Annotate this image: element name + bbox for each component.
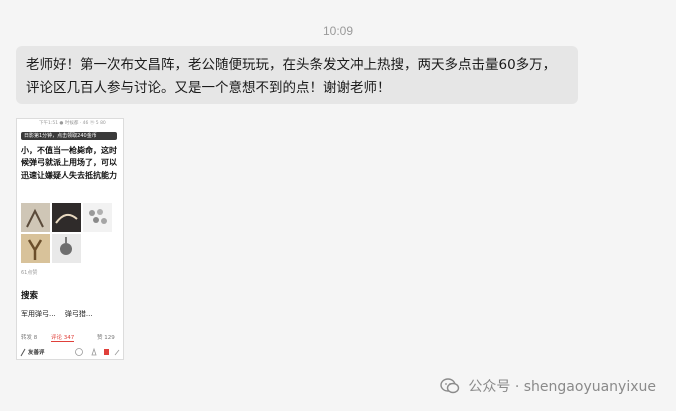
thumb-image-2: [52, 203, 81, 232]
screenshot-reward-banner: 日影第1分钟，点击领取240金币: [21, 132, 117, 140]
screenshot-status-bar: 下午1:51 ● 时候都 · 46 ⓜ 5 80: [39, 121, 106, 126]
screenshot-like-count: 61点赞: [21, 270, 38, 276]
thumb-image-5: [52, 234, 81, 263]
screenshot-related-searches: 军用弹弓... 弹弓猎...: [21, 309, 100, 319]
share-icon: [114, 349, 120, 356]
pen-icon: [20, 348, 26, 357]
wechat-logo-icon: [440, 377, 460, 399]
message-text: 老师好！第一次布文昌阵，老公随便玩玩，在头条发文冲上热搜，两天多点击量60多万，…: [26, 57, 557, 96]
star-icon: [91, 347, 97, 356]
thumb-image-3: [83, 203, 112, 232]
tab-likes: 赞 129: [97, 335, 115, 341]
wechat-official-watermark: 公众号 · shengaoyuanyixue: [440, 376, 656, 399]
tab-comments: 评论 347: [51, 335, 75, 342]
like-icon: [104, 349, 109, 355]
chat-timestamp: 10:09: [322, 24, 354, 38]
related-search-item: 军用弹弓...: [21, 310, 56, 318]
tab-repost: 转发 8: [21, 335, 38, 341]
screenshot-bottom-bar: 友善评: [17, 346, 123, 359]
message-bubble[interactable]: 老师好！第一次布文昌阵，老公随便玩玩，在头条发文冲上热搜，两天多点击量60多万，…: [16, 46, 578, 104]
screenshot-user-name: 友善评: [28, 350, 45, 356]
related-search-item: 弹弓猎...: [64, 310, 93, 318]
comment-icon: [75, 348, 83, 356]
screenshot-search-heading: 搜索: [21, 291, 39, 301]
image-message-screenshot[interactable]: 下午1:51 ● 时候都 · 46 ⓜ 5 80 日影第1分钟，点击领取240金…: [16, 118, 124, 360]
thumb-image-4: [21, 234, 50, 263]
watermark-label: 公众号 · shengaoyuanyixue: [468, 379, 656, 395]
thumb-image-1: [21, 203, 50, 232]
screenshot-article-text: 小，不值当一枪毙命，这时候弹弓就派上用场了，可以迅速让嫌疑人失去抵抗能力: [21, 146, 117, 180]
